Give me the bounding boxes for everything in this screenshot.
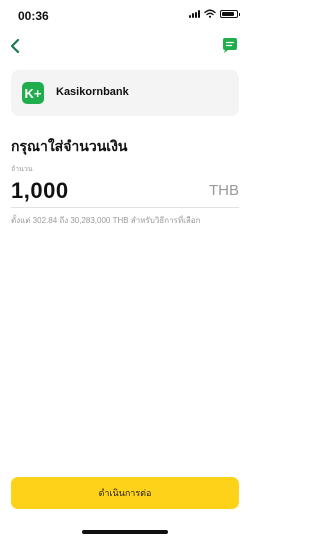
chevron-left-icon <box>10 38 20 54</box>
kasikornbank-logo: K+ <box>22 82 44 104</box>
status-time: 00:36 <box>18 9 49 23</box>
chat-icon <box>223 38 237 53</box>
chat-button[interactable] <box>220 36 240 56</box>
status-bar: 00:36 <box>0 0 250 30</box>
battery-icon <box>220 9 240 18</box>
amount-hint: ตั้งแต่ 302.84 ถึง 30,283,000 THB สำหรับ… <box>11 216 201 225</box>
bank-card: K+ Kasikornbank <box>11 70 239 116</box>
currency-label: THB <box>209 182 239 199</box>
status-icons <box>189 9 240 18</box>
home-indicator <box>82 530 168 534</box>
amount-input[interactable]: 1,000 <box>11 178 69 204</box>
amount-underline <box>11 207 239 208</box>
wifi-icon <box>204 9 216 18</box>
back-button[interactable] <box>4 35 26 57</box>
page-title: กรุณาใส่จำนวนเงิน <box>11 138 128 154</box>
signal-icon <box>189 9 200 18</box>
bank-name: Kasikornbank <box>56 86 129 98</box>
continue-button-label: ดำเนินการต่อ <box>98 488 152 498</box>
continue-button[interactable]: ดำเนินการต่อ <box>11 477 239 509</box>
amount-label: จำนวน <box>11 166 33 173</box>
